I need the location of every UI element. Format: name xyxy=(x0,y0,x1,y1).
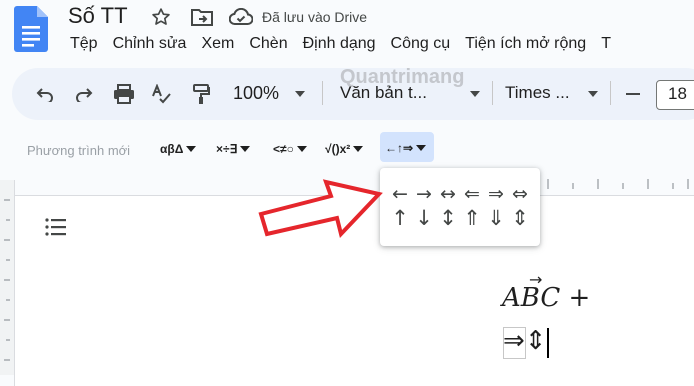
new-equation-button[interactable]: Phương trình mới xyxy=(27,143,130,158)
toolbar-divider xyxy=(322,81,323,105)
chevron-down-icon xyxy=(240,146,251,152)
relations-label: <≠○ xyxy=(273,142,294,156)
chevron-down-icon xyxy=(296,146,307,152)
spellcheck-icon[interactable] xyxy=(149,82,175,106)
vertical-ruler[interactable] xyxy=(0,180,15,375)
menu-file[interactable]: Tệp xyxy=(70,35,98,53)
zoom-chevron-down-icon[interactable] xyxy=(295,91,305,97)
menu-edit[interactable]: Chỉnh sửa xyxy=(113,35,187,53)
relations-menu[interactable]: <≠○ xyxy=(273,138,307,160)
menu-help[interactable]: T xyxy=(601,35,611,53)
chevron-down-icon xyxy=(186,146,197,152)
arrow-right-item[interactable]: → xyxy=(413,183,435,205)
paragraph-style-select[interactable]: Văn bản t... xyxy=(340,83,427,103)
double-arrow-up-item[interactable]: ⇑ xyxy=(461,206,483,230)
annotation-arrow-icon xyxy=(258,179,383,239)
arrow-up-down-item[interactable]: ↕ xyxy=(437,206,459,230)
document-outline-icon[interactable] xyxy=(44,215,68,239)
menu-tools[interactable]: Công cụ xyxy=(391,35,451,53)
font-select[interactable]: Times ... xyxy=(505,83,570,103)
arrows-menu[interactable]: ←↑⇒ xyxy=(385,137,427,159)
toolbar-divider xyxy=(492,81,493,105)
arrows-label: ←↑⇒ xyxy=(385,141,414,155)
double-arrow-left-item[interactable]: ⇐ xyxy=(461,183,483,205)
undo-icon[interactable] xyxy=(33,82,57,106)
text-cursor xyxy=(547,328,549,358)
doc-title[interactable]: Số TT xyxy=(68,3,128,29)
math-operators-label: √()x² xyxy=(325,142,351,156)
arrow-up-item[interactable]: ↑ xyxy=(389,206,411,230)
double-arrow-left-right-item[interactable]: ⇔ xyxy=(509,183,531,205)
redo-icon[interactable] xyxy=(72,82,96,106)
arrow-left-item[interactable]: ← xyxy=(389,183,411,205)
decrease-font-size-icon[interactable] xyxy=(626,93,640,95)
double-arrow-down-item[interactable]: ⇓ xyxy=(485,206,507,230)
font-chevron-down-icon[interactable] xyxy=(588,91,598,97)
menu-view[interactable]: Xem xyxy=(201,35,234,53)
star-icon[interactable] xyxy=(149,6,173,28)
math-operators-menu[interactable]: √()x² xyxy=(325,138,364,160)
double-arrow-up-down-item[interactable]: ⇕ xyxy=(509,206,531,230)
menu-insert[interactable]: Chèn xyxy=(249,35,287,53)
misc-operations-menu[interactable]: ×÷∃ xyxy=(216,138,251,160)
chevron-down-icon xyxy=(353,146,364,152)
saved-status: Đã lưu vào Drive xyxy=(262,9,368,25)
cloud-done-icon[interactable] xyxy=(229,6,253,28)
equation-line-2[interactable]: ⇒⇕ xyxy=(503,326,547,356)
font-size-value: 18 xyxy=(668,84,687,103)
double-arrow-right-item[interactable]: ⇒ xyxy=(485,183,507,205)
chevron-down-icon xyxy=(416,145,427,151)
toolbar-divider xyxy=(610,81,611,105)
up-down-double-arrow: ⇕ xyxy=(524,326,547,356)
greek-letters-menu[interactable]: αβΔ xyxy=(160,138,197,160)
arrow-left-right-item[interactable]: ↔ xyxy=(437,183,459,205)
style-chevron-down-icon[interactable] xyxy=(470,91,480,97)
print-icon[interactable] xyxy=(111,82,137,106)
zoom-select[interactable]: 100% xyxy=(233,83,279,104)
paint-format-icon[interactable] xyxy=(189,82,213,106)
rightwards-double-arrow: ⇒ xyxy=(503,326,525,356)
misc-operations-label: ×÷∃ xyxy=(216,142,238,156)
docs-logo-icon[interactable] xyxy=(14,6,48,52)
move-to-folder-icon[interactable] xyxy=(190,6,214,28)
menu-extensions[interactable]: Tiện ích mở rộng xyxy=(465,35,586,53)
greek-letters-label: αβΔ xyxy=(160,142,184,156)
equation-line-1[interactable]: ABC + xyxy=(502,283,590,313)
arrow-down-item[interactable]: ↓ xyxy=(413,206,435,230)
menubar: Tệp Chỉnh sửa Xem Chèn Định dạng Công cụ… xyxy=(70,35,626,53)
menu-format[interactable]: Định dạng xyxy=(303,35,376,53)
